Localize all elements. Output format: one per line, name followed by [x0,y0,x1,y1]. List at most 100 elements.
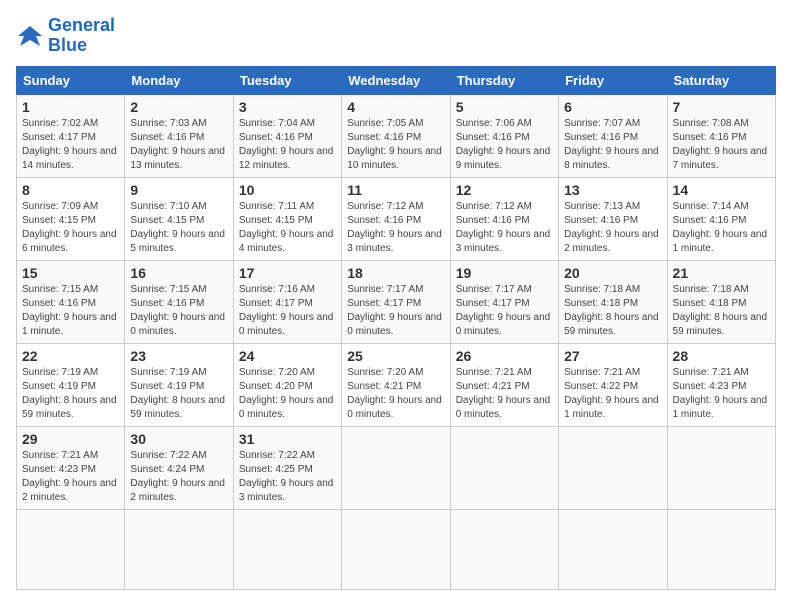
day-number: 8 [22,182,119,198]
day-number: 4 [347,99,444,115]
calendar-cell: 27 Sunrise: 7:21 AM Sunset: 4:22 PM Dayl… [559,343,667,426]
day-number: 3 [239,99,336,115]
day-info: Sunrise: 7:21 AM Sunset: 4:23 PM Dayligh… [22,449,119,505]
logo: General Blue [16,16,115,56]
day-info: Sunrise: 7:21 AM Sunset: 4:21 PM Dayligh… [456,366,553,422]
col-monday: Monday [125,66,233,94]
calendar-cell: 10 Sunrise: 7:11 AM Sunset: 4:15 PM Dayl… [233,177,341,260]
day-number: 9 [130,182,227,198]
day-number: 29 [22,431,119,447]
calendar-cell [667,426,775,509]
calendar-cell: 31 Sunrise: 7:22 AM Sunset: 4:25 PM Dayl… [233,426,341,509]
day-number: 13 [564,182,661,198]
calendar-row: 29 Sunrise: 7:21 AM Sunset: 4:23 PM Dayl… [17,426,776,509]
calendar-cell [667,509,775,589]
day-number: 1 [22,99,119,115]
calendar-cell: 3 Sunrise: 7:04 AM Sunset: 4:16 PM Dayli… [233,94,341,177]
day-info: Sunrise: 7:10 AM Sunset: 4:15 PM Dayligh… [130,200,227,256]
col-tuesday: Tuesday [233,66,341,94]
day-info: Sunrise: 7:14 AM Sunset: 4:16 PM Dayligh… [673,200,770,256]
calendar-row [17,509,776,589]
calendar-cell: 29 Sunrise: 7:21 AM Sunset: 4:23 PM Dayl… [17,426,125,509]
calendar-cell: 13 Sunrise: 7:13 AM Sunset: 4:16 PM Dayl… [559,177,667,260]
calendar-cell [450,426,558,509]
day-info: Sunrise: 7:15 AM Sunset: 4:16 PM Dayligh… [130,283,227,339]
day-number: 20 [564,265,661,281]
calendar-cell: 18 Sunrise: 7:17 AM Sunset: 4:17 PM Dayl… [342,260,450,343]
day-number: 23 [130,348,227,364]
calendar-cell: 7 Sunrise: 7:08 AM Sunset: 4:16 PM Dayli… [667,94,775,177]
day-info: Sunrise: 7:19 AM Sunset: 4:19 PM Dayligh… [130,366,227,422]
calendar-cell: 22 Sunrise: 7:19 AM Sunset: 4:19 PM Dayl… [17,343,125,426]
calendar-cell: 19 Sunrise: 7:17 AM Sunset: 4:17 PM Dayl… [450,260,558,343]
day-info: Sunrise: 7:19 AM Sunset: 4:19 PM Dayligh… [22,366,119,422]
day-number: 5 [456,99,553,115]
calendar-cell: 23 Sunrise: 7:19 AM Sunset: 4:19 PM Dayl… [125,343,233,426]
day-number: 16 [130,265,227,281]
day-number: 6 [564,99,661,115]
col-thursday: Thursday [450,66,558,94]
day-info: Sunrise: 7:12 AM Sunset: 4:16 PM Dayligh… [347,200,444,256]
day-number: 25 [347,348,444,364]
calendar-row: 8 Sunrise: 7:09 AM Sunset: 4:15 PM Dayli… [17,177,776,260]
day-number: 2 [130,99,227,115]
day-info: Sunrise: 7:17 AM Sunset: 4:17 PM Dayligh… [456,283,553,339]
day-info: Sunrise: 7:02 AM Sunset: 4:17 PM Dayligh… [22,117,119,173]
day-number: 28 [673,348,770,364]
calendar-cell: 26 Sunrise: 7:21 AM Sunset: 4:21 PM Dayl… [450,343,558,426]
day-info: Sunrise: 7:13 AM Sunset: 4:16 PM Dayligh… [564,200,661,256]
day-number: 24 [239,348,336,364]
calendar-cell: 28 Sunrise: 7:21 AM Sunset: 4:23 PM Dayl… [667,343,775,426]
calendar-cell: 9 Sunrise: 7:10 AM Sunset: 4:15 PM Dayli… [125,177,233,260]
day-info: Sunrise: 7:20 AM Sunset: 4:20 PM Dayligh… [239,366,336,422]
calendar-table: Sunday Monday Tuesday Wednesday Thursday… [16,66,776,590]
calendar-cell: 6 Sunrise: 7:07 AM Sunset: 4:16 PM Dayli… [559,94,667,177]
calendar-cell [125,509,233,589]
calendar-cell: 16 Sunrise: 7:15 AM Sunset: 4:16 PM Dayl… [125,260,233,343]
calendar-cell [450,509,558,589]
day-number: 18 [347,265,444,281]
day-number: 11 [347,182,444,198]
calendar-cell: 20 Sunrise: 7:18 AM Sunset: 4:18 PM Dayl… [559,260,667,343]
day-info: Sunrise: 7:03 AM Sunset: 4:16 PM Dayligh… [130,117,227,173]
day-info: Sunrise: 7:09 AM Sunset: 4:15 PM Dayligh… [22,200,119,256]
calendar-cell [233,509,341,589]
day-number: 10 [239,182,336,198]
calendar-cell: 15 Sunrise: 7:15 AM Sunset: 4:16 PM Dayl… [17,260,125,343]
day-info: Sunrise: 7:18 AM Sunset: 4:18 PM Dayligh… [673,283,770,339]
col-wednesday: Wednesday [342,66,450,94]
day-number: 22 [22,348,119,364]
day-number: 7 [673,99,770,115]
day-info: Sunrise: 7:04 AM Sunset: 4:16 PM Dayligh… [239,117,336,173]
day-info: Sunrise: 7:21 AM Sunset: 4:22 PM Dayligh… [564,366,661,422]
calendar-cell: 12 Sunrise: 7:12 AM Sunset: 4:16 PM Dayl… [450,177,558,260]
day-info: Sunrise: 7:20 AM Sunset: 4:21 PM Dayligh… [347,366,444,422]
page-header: General Blue [16,16,776,56]
calendar-cell [559,426,667,509]
col-sunday: Sunday [17,66,125,94]
calendar-cell: 1 Sunrise: 7:02 AM Sunset: 4:17 PM Dayli… [17,94,125,177]
calendar-cell: 5 Sunrise: 7:06 AM Sunset: 4:16 PM Dayli… [450,94,558,177]
day-info: Sunrise: 7:12 AM Sunset: 4:16 PM Dayligh… [456,200,553,256]
calendar-cell: 21 Sunrise: 7:18 AM Sunset: 4:18 PM Dayl… [667,260,775,343]
day-info: Sunrise: 7:06 AM Sunset: 4:16 PM Dayligh… [456,117,553,173]
calendar-cell: 4 Sunrise: 7:05 AM Sunset: 4:16 PM Dayli… [342,94,450,177]
day-number: 26 [456,348,553,364]
day-number: 12 [456,182,553,198]
calendar-cell: 24 Sunrise: 7:20 AM Sunset: 4:20 PM Dayl… [233,343,341,426]
day-info: Sunrise: 7:17 AM Sunset: 4:17 PM Dayligh… [347,283,444,339]
calendar-row: 22 Sunrise: 7:19 AM Sunset: 4:19 PM Dayl… [17,343,776,426]
calendar-row: 1 Sunrise: 7:02 AM Sunset: 4:17 PM Dayli… [17,94,776,177]
calendar-cell: 8 Sunrise: 7:09 AM Sunset: 4:15 PM Dayli… [17,177,125,260]
col-saturday: Saturday [667,66,775,94]
day-info: Sunrise: 7:08 AM Sunset: 4:16 PM Dayligh… [673,117,770,173]
day-info: Sunrise: 7:22 AM Sunset: 4:24 PM Dayligh… [130,449,227,505]
day-number: 17 [239,265,336,281]
day-info: Sunrise: 7:05 AM Sunset: 4:16 PM Dayligh… [347,117,444,173]
calendar-cell: 17 Sunrise: 7:16 AM Sunset: 4:17 PM Dayl… [233,260,341,343]
day-info: Sunrise: 7:22 AM Sunset: 4:25 PM Dayligh… [239,449,336,505]
day-number: 31 [239,431,336,447]
day-number: 21 [673,265,770,281]
day-number: 15 [22,265,119,281]
calendar-cell: 25 Sunrise: 7:20 AM Sunset: 4:21 PM Dayl… [342,343,450,426]
